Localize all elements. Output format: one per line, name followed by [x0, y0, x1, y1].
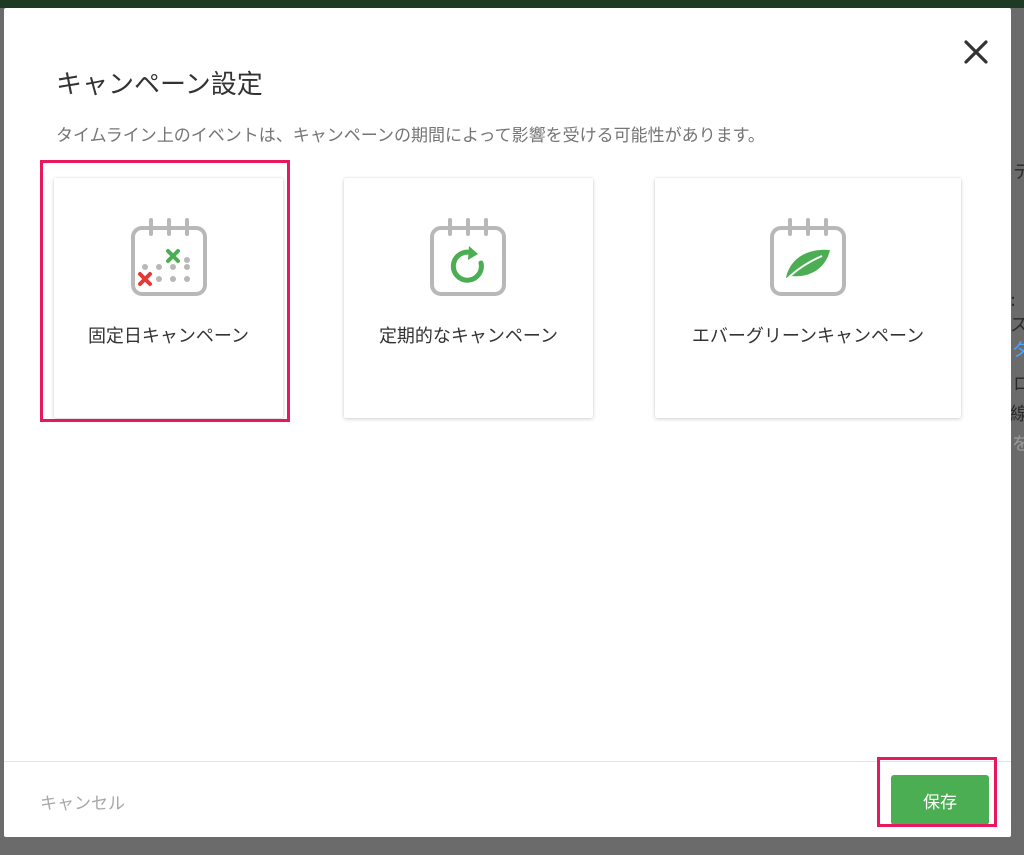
app-top-bar	[0, 0, 1024, 8]
close-button[interactable]	[956, 32, 996, 72]
campaign-type-recurring[interactable]: 定期的なキャンペーン	[344, 178, 593, 418]
cancel-button[interactable]: キャンセル	[40, 789, 125, 814]
background-text: ロ	[1013, 374, 1024, 395]
background-text: を	[1012, 434, 1024, 455]
modal-description: タイムライン上のイベントは、キャンペーンの期間によって影響を受ける可能性がありま…	[56, 126, 765, 146]
background-text: 線	[1010, 404, 1024, 425]
calendar-fixed-dates-icon	[131, 218, 207, 296]
calendar-leaf-icon	[770, 218, 846, 296]
campaign-type-label: エバーグリーンキャンペーン	[691, 326, 925, 347]
background-text: テ	[1013, 162, 1024, 183]
campaign-type-label: 定期的なキャンペーン	[378, 326, 559, 347]
background-text: :ス	[1010, 290, 1024, 336]
campaign-type-evergreen[interactable]: エバーグリーンキャンペーン	[655, 178, 961, 418]
modal-title: キャンペーン設定	[56, 70, 263, 100]
campaign-type-fixed-date[interactable]: 固定日キャンペーン	[54, 178, 283, 418]
close-icon	[964, 40, 988, 64]
background-link: タ	[1012, 340, 1024, 361]
save-button[interactable]: 保存	[891, 775, 989, 825]
calendar-recurring-icon	[430, 218, 506, 296]
campaign-settings-modal: キャンペーン設定 タイムライン上のイベントは、キャンペーンの期間によって影響を受…	[4, 8, 1011, 837]
footer-divider	[4, 761, 1011, 762]
campaign-type-label: 固定日キャンペーン	[87, 326, 250, 347]
